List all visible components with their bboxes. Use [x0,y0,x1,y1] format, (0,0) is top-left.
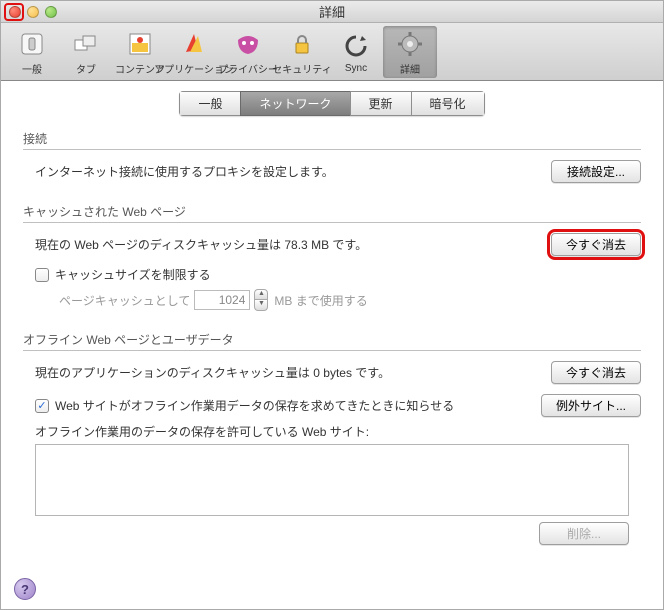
mask-icon [232,28,264,60]
divider [23,222,641,223]
subtabs: 一般 ネットワーク 更新 暗号化 [1,81,663,124]
toolbar-privacy[interactable]: プライバシー [221,26,275,78]
connection-text: インターネット接続に使用するプロキシを設定します。 [23,163,551,180]
limit-cache-label: キャッシュサイズを制限する [55,266,211,283]
toolbar-label: 詳細 [400,61,420,76]
content-panel: 接続 インターネット接続に使用するプロキシを設定します。 接続設定... キャッ… [1,124,663,555]
page-cache-label: ページキャッシュとして [59,292,190,309]
toolbar-tabs[interactable]: タブ [59,26,113,78]
toolbar-label: Sync [345,63,367,74]
lock-icon [286,28,318,60]
divider [23,350,641,351]
offline-size-text: 現在のアプリケーションのディスクキャッシュ量は 0 bytes です。 [23,364,551,381]
stepper-down-icon[interactable]: ▼ [254,300,268,311]
gear-icon [394,28,426,60]
offline-header: オフライン Web ページとユーザデータ [23,325,641,350]
delete-site-button[interactable]: 削除... [539,522,629,545]
cache-clear-button[interactable]: 今すぐ消去 [551,233,641,256]
stepper-up-icon[interactable]: ▲ [254,289,268,300]
toolbar-label: プライバシー [218,61,278,76]
offline-clear-button[interactable]: 今すぐ消去 [551,361,641,384]
connection-header: 接続 [23,124,641,149]
page-cache-stepper[interactable]: ▲ ▼ [254,289,268,311]
cache-size-text: 現在の Web ページのディスクキャッシュ量は 78.3 MB です。 [23,236,551,253]
toolbar-label: 一般 [22,61,42,76]
page-cache-field[interactable] [194,290,250,310]
toolbar-general[interactable]: 一般 [5,26,59,78]
titlebar: 詳細 [1,1,663,23]
page-cache-suffix: MB まで使用する [274,292,367,309]
notify-offline-checkbox[interactable]: ✓ [35,399,49,413]
notify-offline-label: Web サイトがオフライン作業用データの保存を求めてきたときに知らせる [55,397,454,414]
allowed-sites-label: オフライン作業用のデータの保存を許可している Web サイト: [35,425,369,439]
apps-icon [178,28,210,60]
subtab-network[interactable]: ネットワーク [240,91,349,116]
toolbar-label: タブ [76,61,96,76]
connection-settings-button[interactable]: 接続設定... [551,160,641,183]
exceptions-button[interactable]: 例外サイト... [541,394,641,417]
subtab-update[interactable]: 更新 [350,91,411,116]
toolbar-applications[interactable]: アプリケーション [167,26,221,78]
allowed-sites-listbox[interactable] [35,444,629,516]
window-title: 詳細 [1,2,663,21]
subtab-encryption[interactable]: 暗号化 [411,91,485,116]
sync-icon [340,30,372,62]
subtab-general[interactable]: 一般 [179,91,240,116]
toolbar-label: セキュリティ [272,61,331,76]
preferences-toolbar: 一般 タブ コンテンツ アプリケーション プライバシー セキュリティ Sync … [1,23,663,81]
content-icon [124,28,156,60]
help-button[interactable]: ? [14,578,36,600]
toolbar-advanced[interactable]: 詳細 [383,26,437,78]
toolbar-sync[interactable]: Sync [329,28,383,76]
toolbar-security[interactable]: セキュリティ [275,26,329,78]
switch-icon [16,28,48,60]
limit-cache-checkbox[interactable] [35,268,49,282]
tabs-icon [70,28,102,60]
cache-header: キャッシュされた Web ページ [23,197,641,222]
divider [23,149,641,150]
